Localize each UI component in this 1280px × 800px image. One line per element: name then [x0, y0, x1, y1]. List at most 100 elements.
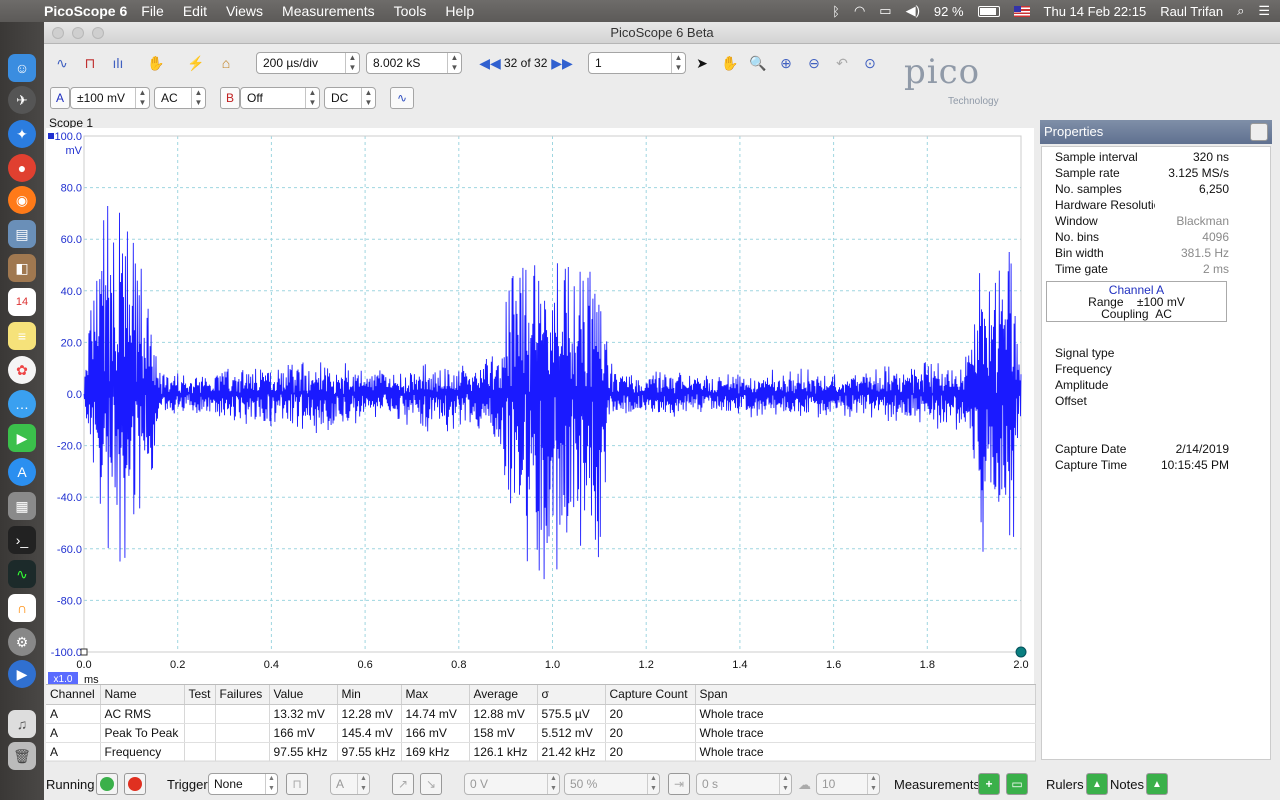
zoom-in-icon[interactable]: ⊕	[774, 51, 798, 75]
measurements-column-header[interactable]: Failures	[215, 685, 270, 705]
scope-mode-icon[interactable]: ∿	[50, 51, 74, 75]
activity-monitor-icon[interactable]: ∿	[8, 560, 36, 588]
channel-a-coupling-select[interactable]: AC ▲ ▼	[154, 87, 206, 109]
launchpad-icon[interactable]: ✈	[8, 86, 36, 114]
menu-tools[interactable]: Tools	[394, 3, 427, 19]
pointer-tool-icon[interactable]: ➤	[690, 51, 714, 75]
auto-setup-icon[interactable]: ⚡	[184, 51, 208, 75]
edit-measurement-button[interactable]: ▭	[1006, 773, 1028, 795]
properties-close-button[interactable]	[1250, 123, 1268, 141]
rising-edge-icon[interactable]: ↗	[392, 773, 414, 795]
zoom-out-icon[interactable]: ⊖	[802, 51, 826, 75]
measurements-column-header[interactable]: Capture Count	[605, 685, 696, 705]
measurements-column-header[interactable]: Min	[337, 685, 402, 705]
spectrum-mode-icon[interactable]: ılı	[106, 51, 130, 75]
window-minimize-button[interactable]	[72, 27, 84, 39]
photos-icon[interactable]: ✿	[8, 356, 36, 384]
airplay-icon[interactable]: ▭	[879, 3, 891, 19]
timebase-select[interactable]: 200 µs/div ▲ ▼	[256, 52, 360, 74]
chrome-icon[interactable]: ●	[8, 154, 36, 182]
measurement-row[interactable]: A Peak To Peak 166 mV 145.4 mV 166 mV 158 mV 5…	[46, 723, 1037, 743]
scope-view[interactable]: 0.0 0.2 0.4 0.6 0.8 1.0 1.2 1.4 1.6 1.8 2.0 100.0 80…	[46, 128, 1034, 686]
menu-clock[interactable]: Thu 14 Feb 22:15	[1044, 4, 1147, 19]
menu-measurements[interactable]: Measurements	[282, 3, 375, 19]
falling-edge-icon[interactable]: ↘	[420, 773, 442, 795]
measurements-column-header[interactable]: Average	[469, 685, 538, 705]
picoscope-icon[interactable]: ∩	[8, 594, 36, 622]
firefox-icon[interactable]: ◉	[8, 186, 36, 214]
measurements-column-header[interactable]: Value	[269, 685, 338, 705]
add-measurement-button[interactable]: +	[978, 773, 1000, 795]
channel-a-range-select[interactable]: ±100 mV ▲ ▼	[70, 87, 150, 109]
trigger-mode-select[interactable]: None ▲ ▼	[208, 773, 278, 795]
serial-decode-icon[interactable]: ✋	[144, 51, 168, 75]
channel-b-range-select[interactable]: Off ▲ ▼	[240, 87, 320, 109]
buffer-last-icon[interactable]: ▶▶	[550, 51, 574, 75]
input-source-flag-icon[interactable]	[1013, 5, 1030, 17]
window-close-button[interactable]	[52, 27, 64, 39]
advanced-trigger-icon[interactable]: ⊓	[286, 773, 308, 795]
start-capture-button[interactable]	[96, 773, 118, 795]
contacts-icon[interactable]: ◧	[8, 254, 36, 282]
spotlight-search-icon[interactable]: ⌕	[1237, 3, 1244, 19]
battery-icon[interactable]	[977, 5, 1000, 17]
finder-icon[interactable]: ☺	[8, 54, 36, 82]
notes-icon[interactable]: ≡	[8, 322, 36, 350]
channel-options-icon[interactable]: ∿	[390, 87, 414, 109]
measurements-column-header[interactable]: Max	[401, 685, 470, 705]
menu-help[interactable]: Help	[445, 3, 474, 19]
measurements-column-header[interactable]: Name	[100, 685, 185, 705]
measurement-row[interactable]: A AC RMS 13.32 mV 12.28 mV 14.74 mV 12.88 mV 5…	[46, 704, 1037, 724]
stop-capture-button[interactable]	[124, 773, 146, 795]
wifi-icon[interactable]: ◠	[854, 3, 865, 19]
calculator-icon[interactable]: ▦	[8, 492, 36, 520]
menu-file[interactable]: File	[141, 3, 164, 19]
measurement-row[interactable]: A Frequency 97.55 kHz 97.55 kHz 169 kHz 126.1…	[46, 742, 1037, 762]
calendar-icon[interactable]: 14	[8, 288, 36, 316]
captures-select[interactable]: 1 ▲ ▼	[588, 52, 686, 74]
volume-icon[interactable]: ◀)	[906, 3, 920, 19]
measurements-column-header[interactable]: Span	[695, 685, 1037, 705]
measurements-column-header[interactable]: Test	[184, 685, 216, 705]
preview-icon[interactable]: ▤	[8, 220, 36, 248]
messages-icon[interactable]: …	[8, 390, 36, 418]
pretrigger-field[interactable]: 50 % ▲ ▼	[564, 773, 660, 795]
notes-toggle-button[interactable]: ▲	[1146, 773, 1168, 795]
post-trigger-icon[interactable]: ⇥	[668, 773, 690, 795]
channel-b-coupling-select[interactable]: DC ▲ ▼	[324, 87, 376, 109]
menu-user[interactable]: Raul Trifan	[1160, 4, 1223, 19]
menu-edit[interactable]: Edit	[183, 3, 207, 19]
hand-tool-icon[interactable]: ✋	[718, 51, 742, 75]
scope-plot[interactable]: 0.0 0.2 0.4 0.6 0.8 1.0 1.2 1.4 1.6 1.8 2.0 100.0 80…	[46, 128, 1034, 686]
app-store-icon[interactable]: A	[8, 458, 36, 486]
undo-zoom-icon[interactable]: ↶	[830, 51, 854, 75]
bluetooth-icon[interactable]: ᛒ	[832, 4, 840, 19]
menu-views[interactable]: Views	[226, 3, 263, 19]
rulers-toggle-button[interactable]: ▲	[1086, 773, 1108, 795]
measurements-column-header[interactable]: Channel	[46, 685, 101, 705]
music-file-icon[interactable]: ♫	[8, 710, 36, 738]
quicktime-icon[interactable]: ▶	[8, 660, 36, 688]
samples-select[interactable]: 8.002 kS ▲ ▼	[366, 52, 462, 74]
facetime-icon[interactable]: ▶	[8, 424, 36, 452]
system-preferences-icon[interactable]: ⚙	[8, 628, 36, 656]
hysteresis-field[interactable]: 10 ▲ ▼	[816, 773, 880, 795]
buffer-first-icon[interactable]: ◀◀	[478, 51, 502, 75]
channel-b-button[interactable]: B	[220, 87, 240, 109]
terminal-icon[interactable]: ›_	[8, 526, 36, 554]
notification-center-icon[interactable]: ☰	[1258, 3, 1270, 19]
trash-icon[interactable]: 🗑	[8, 742, 36, 770]
persistence-mode-icon[interactable]: ⊓	[78, 51, 102, 75]
zoom-area-icon[interactable]: 🔍	[746, 51, 770, 75]
safari-icon[interactable]: ✦	[8, 120, 36, 148]
zoom-fit-icon[interactable]: ⊙	[858, 51, 882, 75]
channel-a-button[interactable]: A	[50, 87, 70, 109]
measurements-column-header[interactable]: σ	[537, 685, 606, 705]
window-zoom-button[interactable]	[92, 27, 104, 39]
trigger-delay-field[interactable]: 0 s ▲ ▼	[696, 773, 792, 795]
battery-percent[interactable]: 92 %	[934, 4, 964, 19]
default-setup-home-icon[interactable]: ⌂	[214, 51, 238, 75]
trigger-threshold-field[interactable]: 0 V ▲ ▼	[464, 773, 560, 795]
menu-app-name[interactable]: PicoScope 6	[44, 3, 127, 19]
trigger-channel-select[interactable]: A ▲ ▼	[330, 773, 370, 795]
